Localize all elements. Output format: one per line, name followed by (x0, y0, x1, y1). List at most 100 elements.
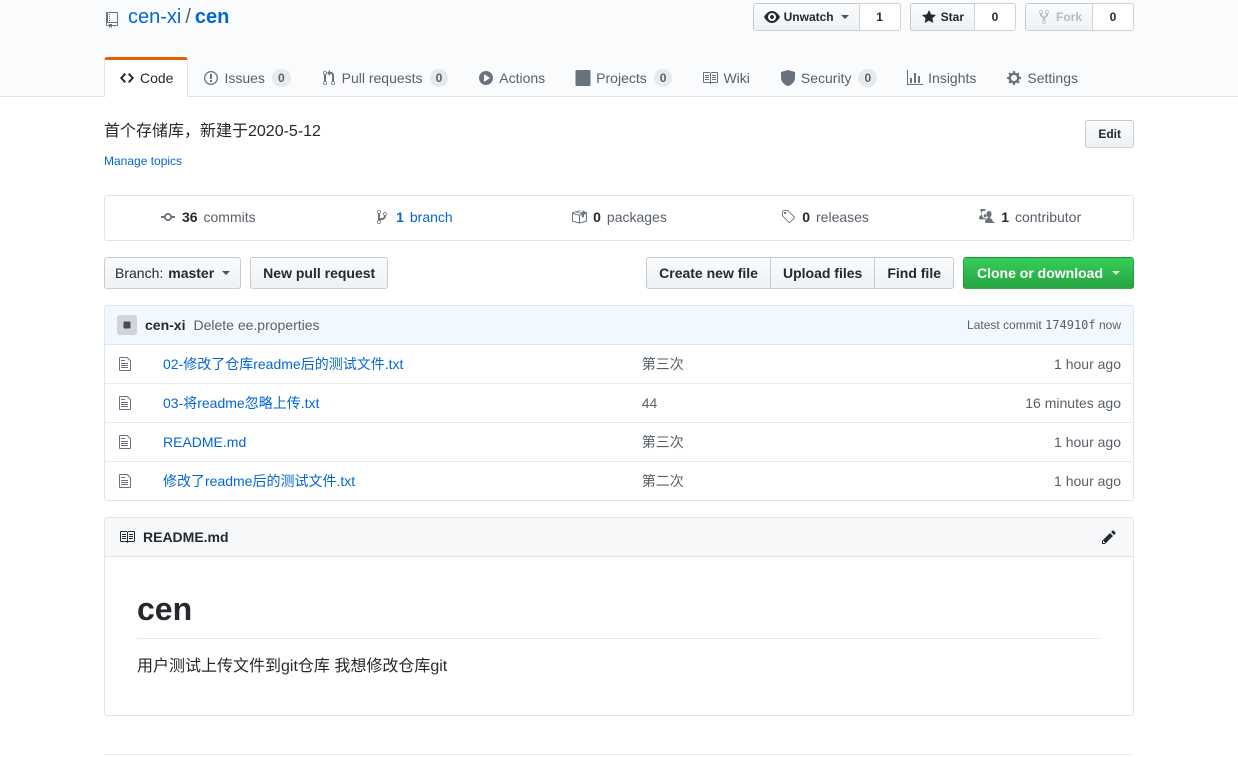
file-age: 1 hour ago (1054, 434, 1121, 450)
latest-commit-sha[interactable]: 174910f (1045, 318, 1096, 332)
readme-container: README.md cen 用户测试上传文件到git仓库 我想修改仓库git (104, 517, 1134, 716)
repo-icon (104, 11, 120, 28)
file-commit-message[interactable]: 44 (642, 395, 658, 411)
edit-description-button[interactable]: Edit (1085, 120, 1134, 148)
tab-settings-label: Settings (1027, 70, 1078, 86)
file-icon (105, 423, 151, 462)
create-new-file-button[interactable]: Create new file (646, 257, 770, 289)
new-pull-request-button[interactable]: New pull request (250, 257, 389, 289)
latest-commit-left: cen-xi Delete ee.properties (117, 315, 320, 335)
file-icon (105, 462, 151, 501)
clone-or-download-button[interactable]: Clone or download (963, 257, 1134, 289)
tab-actions[interactable]: Actions (463, 57, 560, 97)
latest-commit-message[interactable]: Delete ee.properties (193, 317, 319, 333)
tab-pull-requests-label: Pull requests (341, 70, 423, 86)
file-age: 1 hour ago (1054, 356, 1121, 372)
repo-nav: Code Issues 0 Pull requests 0 Actions Pr… (104, 56, 1134, 97)
readme-body: cen 用户测试上传文件到git仓库 我想修改仓库git (105, 557, 1133, 715)
latest-commit-author[interactable]: cen-xi (145, 317, 185, 333)
releases-label: releases (816, 209, 869, 225)
upload-files-button[interactable]: Upload files (769, 257, 875, 289)
repo-actions: Unwatch 1 Star 0 Fork 0 (752, 0, 1134, 31)
file-link[interactable]: 02-修改了仓库readme后的测试文件.txt (163, 356, 403, 372)
table-row: 02-修改了仓库readme后的测试文件.txt 第三次 1 hour ago (105, 345, 1133, 384)
play-icon (478, 70, 494, 86)
watch-count[interactable]: 1 (858, 3, 901, 31)
code-icon (119, 70, 135, 86)
gear-icon (1006, 70, 1022, 86)
unwatch-button[interactable]: Unwatch (752, 3, 859, 31)
readme-header: README.md (105, 518, 1133, 557)
tab-settings[interactable]: Settings (991, 57, 1093, 97)
issue-opened-icon (203, 70, 219, 86)
file-icon (105, 384, 151, 423)
repo-title-separator: / (185, 6, 191, 28)
releases-link[interactable]: 0 releases (780, 209, 869, 225)
readme-title: README.md (143, 529, 229, 545)
file-commit-message[interactable]: 第三次 (642, 356, 684, 372)
tab-insights[interactable]: Insights (892, 57, 991, 97)
file-commit-message-cell: 第三次 (630, 345, 969, 384)
branch-select-label: Branch: (115, 265, 164, 281)
file-icon (105, 345, 151, 384)
table-row: 修改了readme后的测试文件.txt 第二次 1 hour ago (105, 461, 1133, 501)
chevron-down-icon (840, 15, 849, 19)
file-age: 1 hour ago (1054, 473, 1121, 489)
unwatch-label: Unwatch (783, 10, 834, 24)
tab-security[interactable]: Security 0 (765, 57, 892, 97)
file-link[interactable]: 03-将readme忽略上传.txt (163, 395, 319, 411)
tab-projects-label: Projects (596, 70, 647, 86)
tag-icon (780, 209, 796, 225)
file-age: 16 minutes ago (1025, 395, 1121, 411)
branches-link[interactable]: 1 branch (374, 209, 453, 225)
contributors-count: 1 (1001, 209, 1009, 225)
tab-code-label: Code (140, 70, 174, 86)
find-file-button[interactable]: Find file (874, 257, 954, 289)
file-link[interactable]: README.md (163, 434, 246, 450)
tab-projects[interactable]: Projects 0 (560, 57, 687, 97)
tab-code[interactable]: Code (104, 57, 189, 97)
manage-topics-link[interactable]: Manage topics (104, 154, 182, 168)
latest-commit-time: now (1098, 318, 1121, 332)
latest-commit-bar: cen-xi Delete ee.properties Latest commi… (105, 306, 1133, 345)
graph-icon (907, 70, 924, 86)
tab-pull-requests[interactable]: Pull requests 0 (306, 57, 464, 97)
branch-select-button[interactable]: Branch: master (104, 257, 242, 289)
tab-issues-label: Issues (224, 70, 265, 86)
file-commit-message[interactable]: 第三次 (642, 434, 684, 450)
file-link[interactable]: 修改了readme后的测试文件.txt (163, 473, 355, 489)
tab-issues[interactable]: Issues 0 (188, 57, 305, 97)
packages-link[interactable]: 0 packages (571, 209, 667, 225)
pencil-icon[interactable] (1099, 527, 1119, 547)
eye-icon (763, 9, 780, 25)
file-navigation-right: Create new file Upload files Find file C… (646, 257, 1134, 289)
star-button[interactable]: Star (909, 3, 974, 31)
tab-actions-label: Actions (499, 70, 546, 86)
tab-wiki[interactable]: Wiki (687, 57, 764, 97)
star-count[interactable]: 0 (973, 3, 1016, 31)
contributors-link[interactable]: 1 contributor (979, 209, 1081, 225)
commits-count: 36 (181, 209, 198, 225)
file-commit-message-cell: 44 (630, 384, 969, 423)
tab-security-count: 0 (858, 69, 878, 87)
releases-count: 0 (802, 209, 811, 225)
readme-heading: cen (137, 589, 1101, 639)
fork-count[interactable]: 0 (1092, 3, 1134, 31)
file-action-button-group: Create new file Upload files Find file (646, 257, 954, 289)
repo-description: 首个存储库，新建于2020-5-12 (104, 123, 321, 140)
latest-commit-right: Latest commit 174910f now (967, 318, 1121, 332)
repo-name-link[interactable]: cen (195, 5, 229, 30)
tab-projects-count: 0 (653, 69, 673, 87)
watch-button-group: Unwatch 1 (752, 3, 901, 31)
file-commit-message[interactable]: 第二次 (642, 473, 684, 489)
project-icon (575, 70, 591, 86)
file-name-cell: 03-将readme忽略上传.txt (151, 384, 630, 423)
repo-nav-wrap: Code Issues 0 Pull requests 0 Actions Pr… (104, 56, 1134, 97)
page-bottom-divider (104, 754, 1134, 755)
file-name-cell: README.md (151, 423, 630, 462)
commits-link[interactable]: 36 commits (160, 209, 256, 225)
star-label: Star (940, 10, 964, 24)
repo-owner-link[interactable]: cen-xi (128, 5, 181, 30)
star-icon (921, 9, 937, 25)
summary-commits: 36 commits (105, 196, 311, 240)
